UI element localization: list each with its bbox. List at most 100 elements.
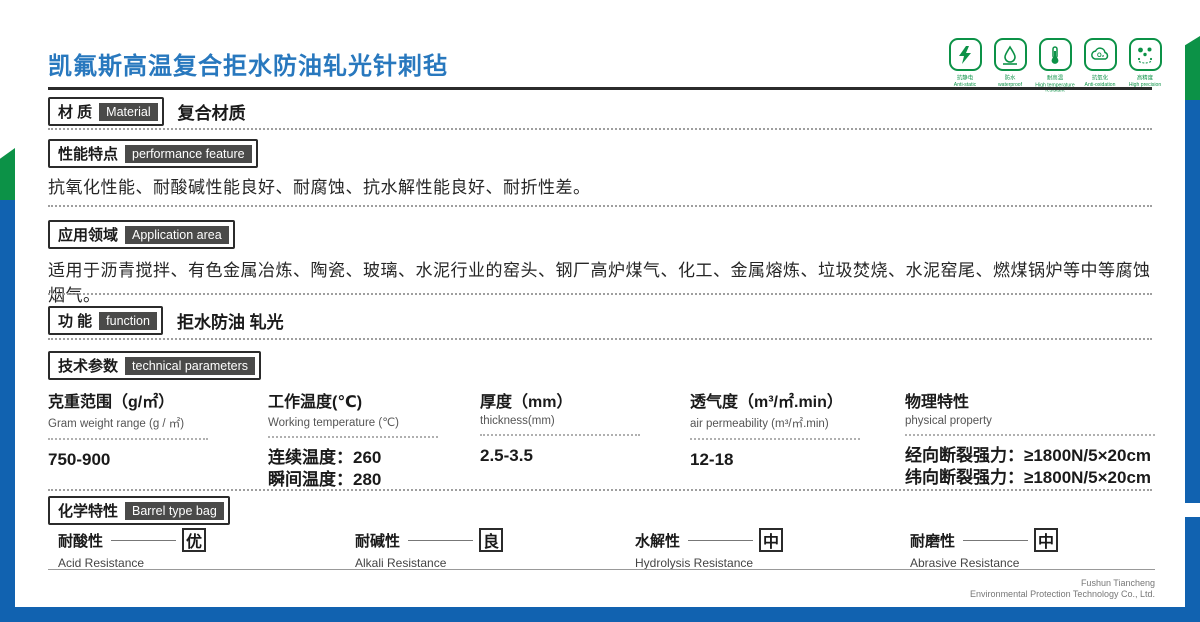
param-physical-property: 物理特性 physical property 经向断裂强力：≥1800N/5×2… <box>905 388 1170 489</box>
right-edge-blue-band <box>1185 100 1200 503</box>
chem-label-en: Hydrolysis Resistance <box>635 556 754 570</box>
material-header-en: Material <box>99 102 158 121</box>
application-section: 应用领域 Application area <box>48 220 235 249</box>
application-header: 应用领域 Application area <box>48 220 235 249</box>
performance-header-en: performance feature <box>125 144 252 163</box>
section-divider-dotted <box>48 338 1152 340</box>
param-en: Working temperature (℃) <box>268 417 399 429</box>
param-en: thickness(mm) <box>480 415 555 427</box>
function-section: 功 能 function 拒水防油 轧光 <box>48 306 284 335</box>
high-temperature-icon <box>1038 38 1072 71</box>
chemical-section: 化学特性 Barrel type bag <box>48 496 230 525</box>
param-zh: 透气度（m³/㎡.min） <box>690 394 843 411</box>
param-dotted-rule <box>48 438 208 440</box>
technical-header-zh: 技术参数 <box>58 358 119 375</box>
chem-grade-box: 中 <box>759 528 783 552</box>
page-title: 凯氟斯高温复合拒水防油轧光针刺毡 <box>48 53 448 80</box>
footer: Fushun Tiancheng Environmental Protectio… <box>970 578 1155 600</box>
right-edge-blue-band-lower <box>1185 517 1200 612</box>
icon-label-zh: 抗氧化 <box>1091 76 1109 82</box>
param-value-line: 连续温度：260 <box>268 448 382 467</box>
technical-header-en: technical parameters <box>125 356 256 375</box>
bottom-blue-bar <box>0 607 1200 622</box>
feature-high-temperature: 耐高温 High temperature resistant <box>1035 38 1075 94</box>
param-zh: 工作温度(℃) <box>268 394 363 411</box>
waterproof-icon <box>993 38 1027 71</box>
performance-header-zh: 性能特点 <box>58 146 119 163</box>
left-edge-blue-band <box>0 200 15 612</box>
param-zh: 厚度（mm） <box>480 394 573 411</box>
chem-abrasive-resistance: 耐磨性 中 Abrasive Resistance <box>910 528 1058 570</box>
param-zh: 克重范围（g/㎡） <box>48 394 175 411</box>
param-dotted-rule <box>690 438 860 440</box>
icon-label-zh: 耐高温 <box>1046 76 1064 82</box>
param-value: 2.5-3.5 <box>480 446 533 465</box>
param-thickness: 厚度（mm） thickness(mm) 2.5-3.5 <box>480 388 655 467</box>
icon-label-zh: 抗静电 <box>956 76 974 82</box>
param-dotted-rule <box>480 434 640 436</box>
anti-oxidation-icon: O₂ <box>1083 38 1117 71</box>
param-en: physical property <box>905 415 992 427</box>
chem-grade-box: 优 <box>182 528 206 552</box>
left-edge-green-band <box>0 148 15 202</box>
footer-divider <box>48 569 1155 570</box>
chem-label-en: Acid Resistance <box>58 556 145 570</box>
section-divider-dotted <box>48 128 1152 130</box>
function-header-en: function <box>99 311 157 330</box>
application-header-en: Application area <box>125 225 229 244</box>
function-header: 功 能 function <box>48 306 163 335</box>
footer-company-line1: Fushun Tiancheng <box>1080 578 1155 588</box>
performance-header: 性能特点 performance feature <box>48 139 258 168</box>
material-section: 材 质 Material 复合材质 <box>48 97 246 126</box>
chemical-header-en: Barrel type bag <box>125 501 224 520</box>
svg-text:O₂: O₂ <box>1097 53 1105 59</box>
param-value-line: 瞬间温度：280 <box>268 470 382 489</box>
param-en: air permeability (m³/㎡.min) <box>690 418 829 430</box>
param-working-temperature: 工作温度(℃) Working temperature (℃) 连续温度：260… <box>268 388 458 491</box>
chem-connector-line <box>408 539 473 541</box>
chem-acid-resistance: 耐酸性 优 Acid Resistance <box>58 528 206 570</box>
chem-connector-line <box>688 539 753 541</box>
chem-alkali-resistance: 耐碱性 良 Alkali Resistance <box>355 528 503 570</box>
param-value-line: 纬向断裂强力：≥1800N/5×20cm <box>905 468 1152 487</box>
footer-company-line2: Environmental Protection Technology Co.,… <box>970 589 1155 599</box>
application-text: 适用于沥青搅拌、有色金属冶炼、陶瓷、玻璃、水泥行业的窑头、钢厂高炉煤气、化工、金… <box>48 261 1151 305</box>
section-divider-dotted <box>48 205 1152 207</box>
feature-high-precision: 高精度 High precision <box>1128 38 1162 94</box>
icon-label-zh: 高精度 <box>1136 76 1154 82</box>
chem-grade-box: 良 <box>479 528 503 552</box>
material-value: 复合材质 <box>177 104 246 123</box>
chem-connector-line <box>963 539 1028 541</box>
function-value: 拒水防油 轧光 <box>176 313 284 332</box>
material-header: 材 质 Material <box>48 97 164 126</box>
chem-label-zh: 耐磨性 <box>910 532 956 550</box>
chemical-header: 化学特性 Barrel type bag <box>48 496 230 525</box>
feature-icon-row: 抗静电 Anti-static 防水 waterproof 耐高温 High t… <box>948 38 1162 94</box>
param-air-permeability: 透气度（m³/㎡.min） air permeability (m³/㎡.min… <box>690 388 885 471</box>
param-gram-weight: 克重范围（g/㎡） Gram weight range (g / ㎡) 750-… <box>48 388 233 471</box>
param-value-line: 经向断裂强力：≥1800N/5×20cm <box>905 446 1152 465</box>
param-value: 750-900 <box>48 450 111 469</box>
chem-label-en: Abrasive Resistance <box>910 556 1020 570</box>
datasheet-page: 凯氟斯高温复合拒水防油轧光针刺毡 抗静电 Anti-static 防水 wate… <box>0 0 1200 622</box>
section-divider-dotted <box>48 489 1152 491</box>
param-en: Gram weight range (g / ㎡) <box>48 418 185 430</box>
chem-label-zh: 水解性 <box>635 532 681 550</box>
chem-hydrolysis-resistance: 水解性 中 Hydrolysis Resistance <box>635 528 783 570</box>
performance-section: 性能特点 performance feature <box>48 139 258 168</box>
chem-label-zh: 耐酸性 <box>58 532 104 550</box>
chem-label-zh: 耐碱性 <box>355 532 401 550</box>
chem-grade-box: 中 <box>1034 528 1058 552</box>
chem-label-en: Alkali Resistance <box>355 556 447 570</box>
technical-header: 技术参数 technical parameters <box>48 351 262 380</box>
right-edge-green-band <box>1185 36 1200 102</box>
application-header-zh: 应用领域 <box>58 227 119 244</box>
feature-anti-oxidation: O₂ 抗氧化 Anti-oxidation <box>1083 38 1117 94</box>
title-divider <box>48 87 1152 90</box>
feature-anti-static: 抗静电 Anti-static <box>948 38 982 94</box>
chemical-header-zh: 化学特性 <box>58 503 119 520</box>
anti-static-icon <box>948 38 982 71</box>
chem-connector-line <box>111 539 176 541</box>
material-header-zh: 材 质 <box>58 104 93 121</box>
param-dotted-rule <box>268 436 438 438</box>
